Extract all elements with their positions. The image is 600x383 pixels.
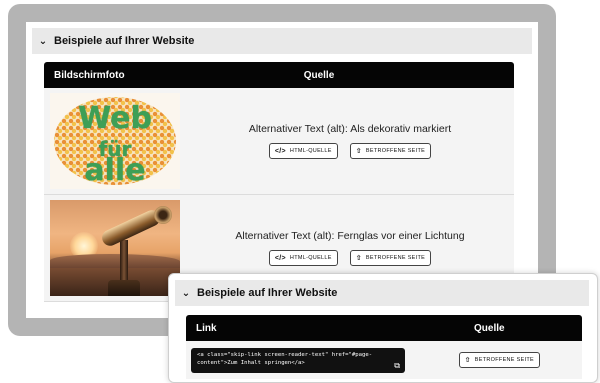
affected-page-button[interactable]: ⇧ BETROFFENE SEITE <box>458 352 540 368</box>
chevron-down-icon: ⌄ <box>38 35 48 47</box>
thumbnail-telescope <box>50 200 180 296</box>
link-table: Link Quelle <a class="skip-link screen-r… <box>186 315 582 379</box>
accordion-header-examples[interactable]: ⌄ Beispiele auf Ihrer Website <box>175 280 589 306</box>
code-icon: </> <box>274 147 286 155</box>
alt-text: Alternativer Text (alt): Fernglas vor ei… <box>235 230 465 242</box>
table-header: Link Quelle <box>186 315 582 341</box>
overlay-panel-links: ⌄ Beispiele auf Ihrer Website Link Quell… <box>168 273 598 383</box>
column-header-link: Link <box>196 322 217 334</box>
affected-page-button[interactable]: ⇧ BETROFFENE SEITE <box>349 143 432 159</box>
dot-pattern-image: Web für alle <box>54 97 176 188</box>
table-header: Bildschirmfoto Quelle <box>44 62 514 88</box>
thumbnail-web-fuer-alle: Web für alle <box>50 93 180 189</box>
html-source-button[interactable]: </> HTML-QUELLE <box>268 143 338 159</box>
table-row: Web für alle Alternativer Text (alt): Al… <box>44 88 514 195</box>
column-header-source: Quelle <box>303 69 335 81</box>
code-snippet: <a class="skip-link screen-reader-text" … <box>191 347 405 373</box>
table-row: <a class="skip-link screen-reader-text" … <box>186 341 582 379</box>
share-icon: ⇧ <box>355 255 362 262</box>
section-title: Beispiele auf Ihrer Website <box>197 287 338 299</box>
accordion-header-examples[interactable]: ⌄ Beispiele auf Ihrer Website <box>32 28 532 54</box>
copy-icon[interactable]: ⧉ <box>394 361 400 370</box>
share-icon: ⇧ <box>355 148 362 155</box>
html-source-button[interactable]: </> HTML-QUELLE <box>268 250 338 266</box>
source-cell: Alternativer Text (alt): Als dekorativ m… <box>186 88 514 194</box>
alt-text: Alternativer Text (alt): Als dekorativ m… <box>248 123 452 135</box>
affected-page-button[interactable]: ⇧ BETROFFENE SEITE <box>349 250 432 266</box>
screenshot-table: Bildschirmfoto Quelle Web für alle Alter… <box>44 62 514 302</box>
column-header-source: Quelle <box>474 322 505 334</box>
chevron-down-icon: ⌄ <box>181 287 191 299</box>
section-title: Beispiele auf Ihrer Website <box>54 35 195 47</box>
code-icon: </> <box>274 254 286 262</box>
column-header-screenshot: Bildschirmfoto <box>54 69 125 81</box>
share-icon: ⇧ <box>464 357 471 364</box>
